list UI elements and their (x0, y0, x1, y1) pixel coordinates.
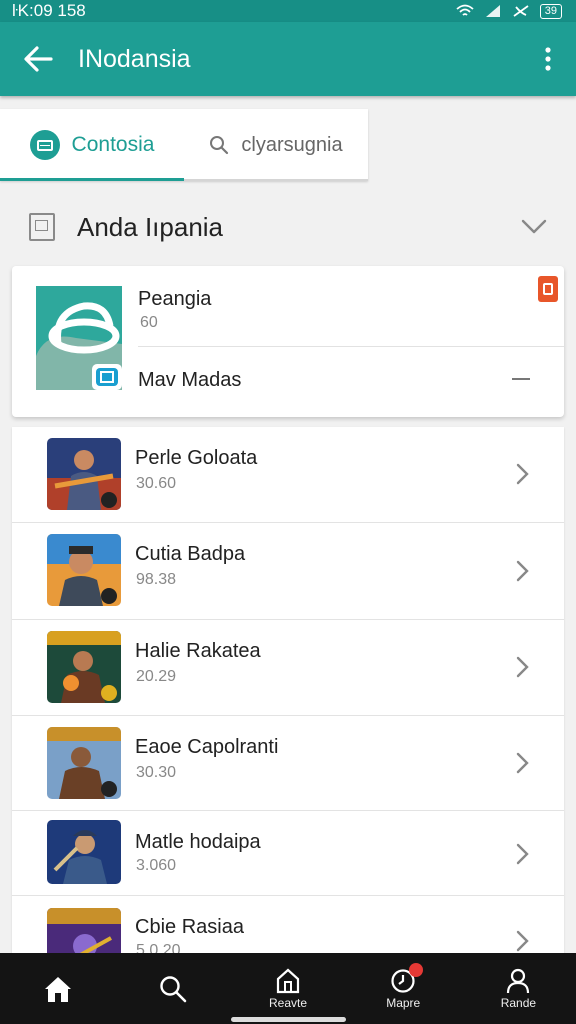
item-name: Matle hodaipa (135, 831, 261, 853)
status-bar: ŀK:09 158 39 (0, 0, 576, 22)
list-item[interactable]: Matle hodaipa 3.060 (12, 811, 564, 896)
featured-divider (138, 346, 564, 347)
app-thumbnail (47, 631, 121, 703)
nav-label: Reavte (268, 995, 308, 1010)
chevron-right-icon (516, 463, 529, 485)
featured-card[interactable]: Peangia 60 Mav Madas (12, 266, 564, 417)
chevron-down-icon (521, 219, 547, 234)
item-value: 3.060 (136, 857, 177, 874)
tab-label: clyarsugnia (241, 133, 343, 156)
list-item[interactable]: Cbie Rasiaa 5.0.20 (12, 896, 564, 953)
app-thumbnail (47, 727, 121, 799)
list-item[interactable]: Cutia Badpa 98.38 (12, 523, 564, 620)
notification-badge-icon (538, 276, 558, 302)
item-name: Perle Goloata (135, 447, 258, 469)
app-thumbnail (47, 438, 121, 510)
app-thumbnail (47, 534, 121, 606)
more-vert-icon (545, 47, 551, 71)
nav-home[interactable] (0, 953, 115, 1024)
battery-icon: 39 (539, 3, 562, 19)
chevron-right-icon (516, 656, 529, 678)
tab-contosia[interactable]: Contosia (0, 109, 184, 181)
more-options-button[interactable] (526, 33, 570, 85)
signal-icon (485, 5, 500, 17)
tab-search[interactable]: clyarsugnia (184, 109, 368, 181)
list-item[interactable]: Perle Goloata 30.60 (12, 427, 564, 523)
tab-bar: Contosia clyarsugnia (0, 109, 368, 181)
back-button[interactable] (12, 33, 64, 85)
list-item[interactable]: Halie Rakatea 20.29 (12, 620, 564, 716)
section-header[interactable]: Anda Iıpania (0, 196, 576, 258)
nav-search[interactable] (115, 953, 230, 1024)
chevron-right-icon (516, 930, 529, 952)
collapse-icon[interactable] (512, 378, 530, 380)
section-title: Anda Iıpania (77, 211, 224, 242)
nav-recent[interactable]: Mapre (346, 953, 461, 1024)
tab-label: Contosia (71, 133, 155, 156)
item-value: 20.29 (136, 668, 177, 685)
nav-profile[interactable]: Rande (461, 953, 576, 1024)
item-name: Halie Rakatea (135, 640, 261, 662)
featured-logo (36, 286, 122, 390)
nav-label: Rande (500, 995, 537, 1010)
home-indicator[interactable] (231, 1017, 346, 1022)
item-value: 98.38 (136, 571, 177, 588)
chevron-right-icon (516, 560, 529, 582)
app-list: Perle Goloata 30.60 Cutia Badpa 98.38 Ha… (12, 427, 564, 953)
featured-name: Peangia (138, 288, 212, 310)
nav-store[interactable]: Reavte (230, 953, 345, 1024)
featured-count: 60 (140, 314, 158, 331)
status-icons: 39 (456, 3, 562, 19)
item-name: Cutia Badpa (135, 543, 246, 565)
search-icon (210, 136, 229, 155)
document-icon (29, 213, 55, 241)
app-thumbnail (47, 908, 121, 953)
search-icon (160, 975, 187, 1002)
person-icon (507, 968, 530, 993)
item-name: Cbie Rasiaa (135, 916, 244, 938)
notification-dot (408, 963, 423, 977)
featured-sub-label: Mav Madas (138, 369, 242, 391)
bottom-navigation: Reavte Mapre Rande (0, 953, 576, 1024)
nav-label: Mapre (386, 995, 421, 1010)
app-title: INodansia (78, 44, 191, 73)
chat-bubble-icon (29, 130, 60, 160)
home-icon (44, 976, 71, 1002)
store-icon (276, 968, 300, 993)
status-time: ŀK:09 158 (12, 1, 86, 20)
item-value: 30.30 (136, 764, 177, 781)
item-name: Eaoe Capolranti (135, 736, 279, 758)
app-bar: INodansia (0, 22, 576, 96)
item-value: 30.60 (136, 475, 177, 492)
list-item[interactable]: Eaoe Capolranti 30.30 (12, 716, 564, 811)
section-toggle-button[interactable] (514, 219, 554, 235)
app-thumbnail (47, 820, 121, 884)
no-sim-icon (513, 5, 529, 17)
arrow-left-icon (24, 46, 53, 72)
chevron-right-icon (516, 752, 529, 774)
wifi-icon (456, 4, 474, 16)
chevron-right-icon (516, 843, 529, 865)
item-value: 5.0.20 (136, 942, 181, 953)
